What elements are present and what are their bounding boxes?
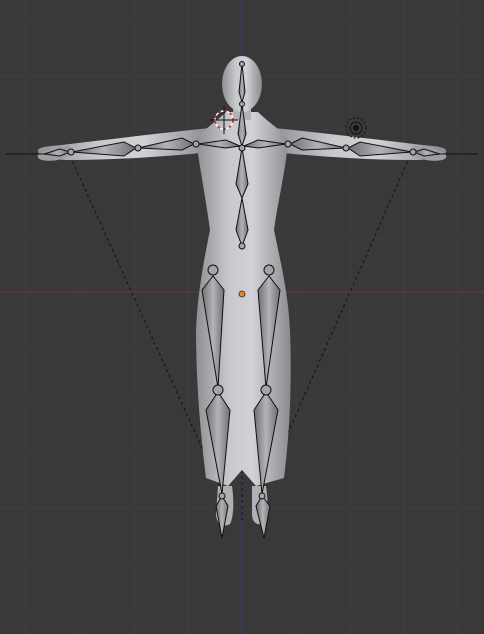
- object-origin-icon[interactable]: [238, 290, 246, 298]
- bone-foot-left[interactable]: [215, 495, 229, 539]
- lamp-icon[interactable]: [345, 117, 367, 139]
- viewport-canvas[interactable]: [0, 0, 484, 634]
- 3d-viewport[interactable]: [0, 0, 484, 634]
